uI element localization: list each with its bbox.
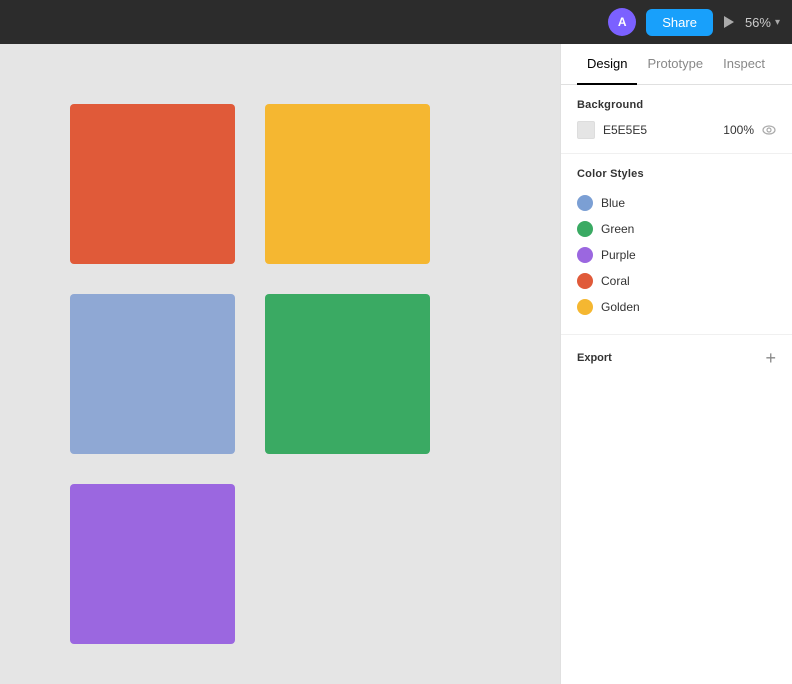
play-icon — [723, 15, 735, 29]
golden-dot — [577, 299, 593, 315]
add-export-icon[interactable]: + — [765, 349, 776, 367]
avatar: A — [608, 8, 636, 36]
color-style-green[interactable]: Green — [577, 216, 776, 242]
play-button[interactable] — [723, 15, 735, 29]
golden-square — [265, 104, 430, 264]
green-label: Green — [601, 222, 634, 236]
green-dot — [577, 221, 593, 237]
color-styles-title: Color Styles — [577, 168, 776, 180]
export-section: Export + — [561, 335, 792, 381]
purple-dot — [577, 247, 593, 263]
chevron-down-icon: ▾ — [775, 17, 780, 28]
share-button[interactable]: Share — [646, 9, 713, 36]
golden-label: Golden — [601, 300, 640, 314]
topbar: A Share 56% ▾ — [0, 0, 792, 44]
blue-dot — [577, 195, 593, 211]
color-style-blue[interactable]: Blue — [577, 190, 776, 216]
coral-label: Coral — [601, 274, 630, 288]
blue-label: Blue — [601, 196, 625, 210]
green-square — [265, 294, 430, 454]
color-style-coral[interactable]: Coral — [577, 268, 776, 294]
background-section: Background E5E5E5 100% — [561, 85, 792, 154]
purple-square — [70, 484, 235, 644]
color-style-golden[interactable]: Golden — [577, 294, 776, 320]
tab-design[interactable]: Design — [577, 44, 637, 85]
export-title: Export — [577, 352, 612, 364]
background-hex: E5E5E5 — [603, 123, 715, 137]
background-swatch[interactable] — [577, 121, 595, 139]
tab-inspect[interactable]: Inspect — [713, 44, 775, 85]
main-area: Design Prototype Inspect Background E5E5… — [0, 44, 792, 684]
tab-prototype[interactable]: Prototype — [637, 44, 713, 85]
purple-label: Purple — [601, 248, 636, 262]
empty-square — [265, 484, 430, 644]
canvas — [0, 44, 560, 684]
coral-square — [70, 104, 235, 264]
panel-tabs: Design Prototype Inspect — [561, 44, 792, 85]
background-opacity: 100% — [723, 123, 754, 137]
color-squares-grid — [70, 104, 430, 644]
color-style-purple[interactable]: Purple — [577, 242, 776, 268]
right-panel: Design Prototype Inspect Background E5E5… — [560, 44, 792, 684]
coral-dot — [577, 273, 593, 289]
background-title: Background — [577, 99, 776, 111]
zoom-control[interactable]: 56% ▾ — [745, 15, 780, 30]
color-styles-section: Color Styles Blue Green Purple Coral Gol… — [561, 154, 792, 335]
visibility-icon[interactable] — [762, 123, 776, 138]
background-row: E5E5E5 100% — [577, 121, 776, 139]
blue-square — [70, 294, 235, 454]
